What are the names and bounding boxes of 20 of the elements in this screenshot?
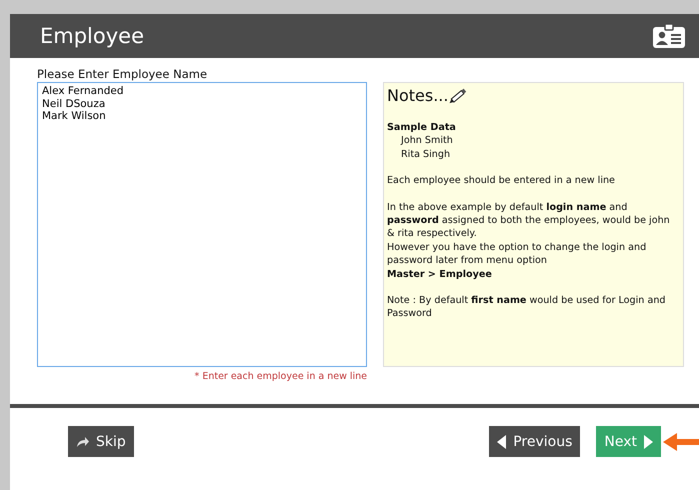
notes-heading: Master > Employee xyxy=(387,268,493,282)
field-label: Please Enter Employee Name xyxy=(37,67,208,82)
previous-button[interactable]: Previous xyxy=(489,426,580,457)
notes-heading: Sample Data xyxy=(387,121,457,134)
notes-title: Notes... xyxy=(387,89,448,103)
notes-text: In the above example by default login name and password assigned to both the employees, would be john & rita respectively. xyxy=(387,200,671,241)
page-title: Employee xyxy=(40,24,144,48)
sample-name: Rita Singh xyxy=(400,148,452,162)
left-triangle-icon xyxy=(497,434,508,448)
notes-text: Each employee should be entered in a new line xyxy=(387,174,616,188)
pointer-arrow-icon xyxy=(663,430,699,452)
hint-text: * Enter each employee in a new line xyxy=(194,371,367,382)
notes-text: However you have the option to change the login and password later from menu option xyxy=(387,240,648,268)
notes-text: Note : By default first name would be used for Login and Password xyxy=(387,294,666,321)
id-card-icon xyxy=(653,24,685,48)
employee-names-field[interactable]: Alex Fernanded Neil DSouza Mark Wilson xyxy=(37,82,367,367)
skip-button[interactable]: Skip xyxy=(68,426,134,457)
right-triangle-icon xyxy=(643,434,653,448)
share-arrow-icon xyxy=(76,436,90,448)
sample-name: John Smith xyxy=(400,134,454,148)
